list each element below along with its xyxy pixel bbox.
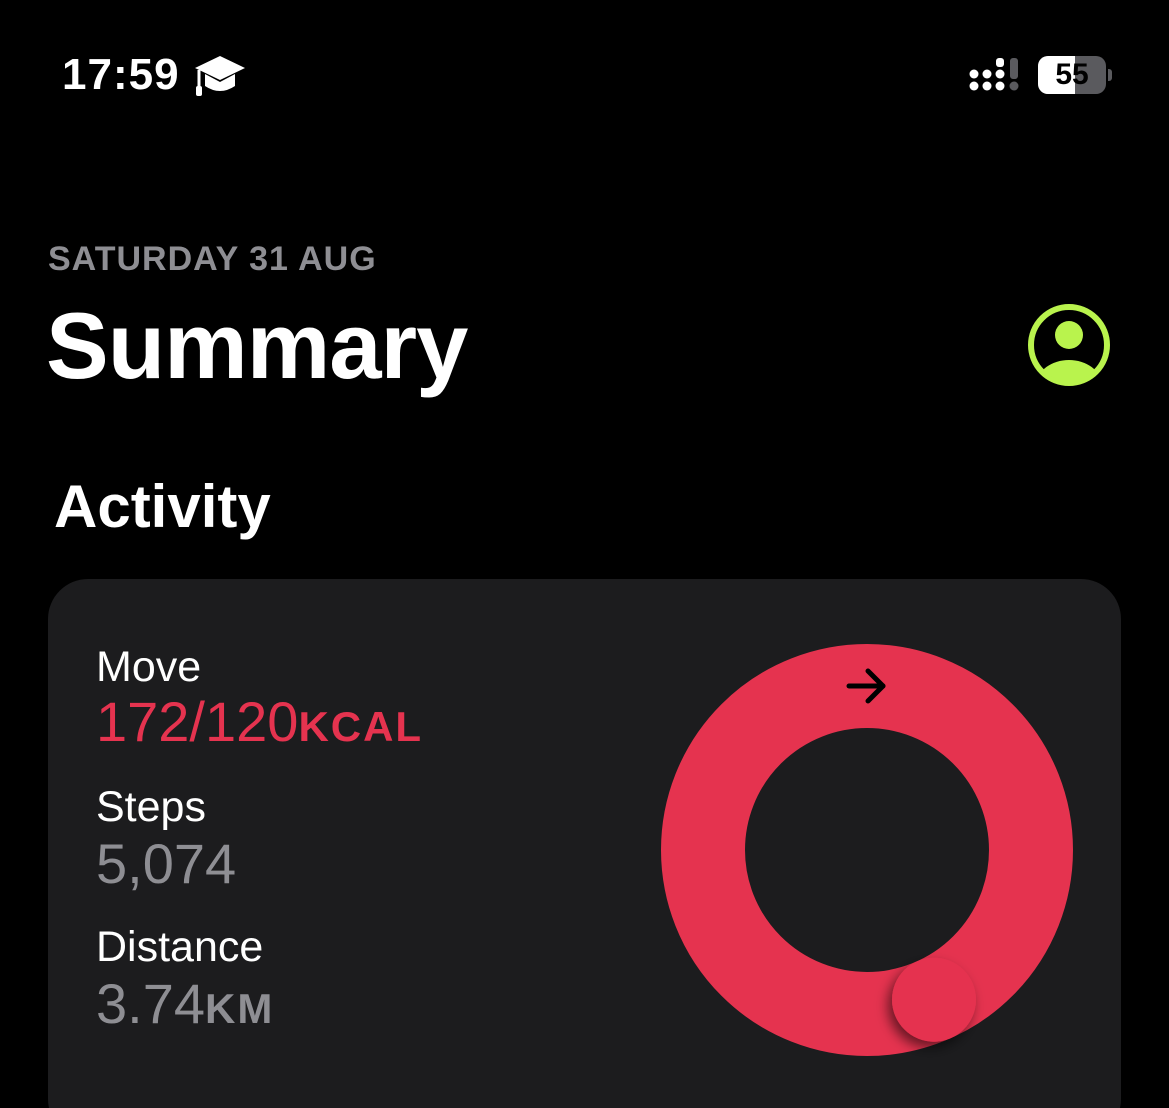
battery-body: 55 <box>1038 56 1106 94</box>
move-ring-end-cap <box>892 957 976 1042</box>
move-ring-track <box>661 644 1073 1056</box>
distance-value: 3.74KM <box>96 971 274 1036</box>
battery-indicator: 55 <box>1038 56 1112 94</box>
date-label: SATURDAY 31 AUG <box>48 240 377 278</box>
steps-value: 5,074 <box>96 832 237 895</box>
move-label: Move <box>96 643 202 691</box>
graduation-cap-icon <box>195 56 245 96</box>
person-circle-icon[interactable] <box>1026 302 1112 388</box>
distance-label: Distance <box>96 923 264 971</box>
distance-value-unit: KM <box>205 985 275 1032</box>
summary-screen: 17:59 55 SATURDAY 31 AUG Summary Activit… <box>0 0 1169 1108</box>
distance-value-number: 3.74 <box>96 972 205 1035</box>
activity-card[interactable]: Move 172/120KCAL Steps 5,074 Distance 3.… <box>48 579 1121 1108</box>
move-value-unit: KCAL <box>298 703 424 750</box>
battery-tip <box>1108 69 1112 81</box>
move-ring <box>661 644 1073 1056</box>
move-value-number: 172/120 <box>96 690 299 753</box>
battery-level: 55 <box>1055 58 1089 91</box>
move-value: 172/120KCAL <box>96 689 423 754</box>
steps-label: Steps <box>96 783 206 831</box>
status-time: 17:59 <box>62 50 180 99</box>
signal-icon <box>969 58 1019 91</box>
section-title-activity: Activity <box>54 473 271 540</box>
page-title: Summary <box>46 293 468 398</box>
